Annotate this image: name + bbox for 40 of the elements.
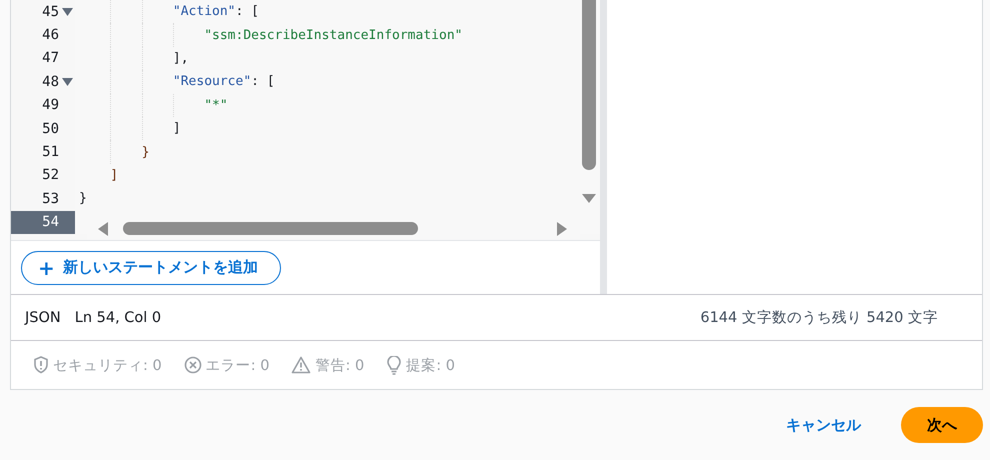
add-statement-button[interactable]: + 新しいステートメントを追加 bbox=[21, 250, 281, 285]
language-label: JSON bbox=[25, 310, 61, 326]
code-line: ] bbox=[110, 168, 118, 183]
issue-count: セキュリティ: 0 bbox=[53, 356, 162, 375]
code-line: } bbox=[79, 191, 87, 206]
line-number: 48 bbox=[41, 72, 59, 92]
left-arrow-icon[interactable] bbox=[97, 222, 108, 236]
line-number: 51 bbox=[41, 143, 59, 162]
lightbulb-icon bbox=[386, 356, 402, 375]
code-line: } bbox=[142, 144, 150, 160]
character-count: 6144 文字数のうち残り 5420 文字 bbox=[700, 308, 938, 328]
current-line-number: 54 bbox=[11, 210, 75, 234]
code-line: ], bbox=[172, 50, 189, 66]
line-number: 45 bbox=[41, 2, 59, 22]
line-number: 50 bbox=[41, 120, 59, 139]
issue-count: エラー: 0 bbox=[206, 356, 270, 375]
code-line: "*" bbox=[204, 98, 228, 113]
error-icon bbox=[184, 356, 202, 374]
down-arrow-icon[interactable] bbox=[582, 192, 596, 204]
line-number: 52 bbox=[41, 166, 59, 186]
fold-arrow-icon[interactable] bbox=[62, 8, 73, 16]
right-arrow-icon[interactable] bbox=[557, 222, 568, 236]
code-line: ] bbox=[172, 121, 181, 136]
scroll-thumb[interactable] bbox=[582, 0, 596, 170]
shield-icon bbox=[33, 356, 49, 374]
code-line: "ssm:DescribeInstanceInformation" bbox=[204, 28, 462, 43]
line-number: 49 bbox=[41, 96, 59, 116]
next-button[interactable]: 次へ bbox=[901, 407, 983, 443]
line-number: 46 bbox=[41, 26, 59, 46]
warning-icon bbox=[291, 356, 312, 374]
cancel-button[interactable]: キャンセル bbox=[780, 414, 867, 436]
code-line: "Action": [ bbox=[172, 4, 259, 20]
scroll-thumb[interactable] bbox=[123, 222, 418, 235]
cursor-position: Ln 54, Col 0 bbox=[74, 310, 162, 326]
issue-count: 提案: 0 bbox=[406, 356, 455, 375]
fold-arrow-icon[interactable] bbox=[62, 78, 73, 86]
code-line: "Resource": [ bbox=[172, 74, 275, 90]
issue-count: 警告: 0 bbox=[315, 356, 364, 375]
line-number: 53 bbox=[41, 190, 59, 209]
line-number: 47 bbox=[41, 49, 59, 68]
